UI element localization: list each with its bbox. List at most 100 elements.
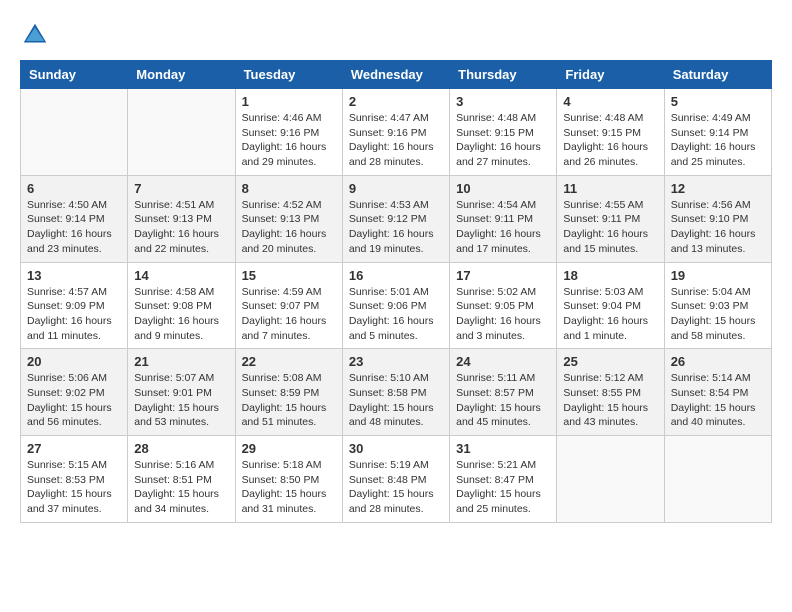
day-info: Sunrise: 5:10 AM Sunset: 8:58 PM Dayligh… — [349, 371, 443, 430]
day-info: Sunrise: 4:51 AM Sunset: 9:13 PM Dayligh… — [134, 198, 228, 257]
calendar-table: SundayMondayTuesdayWednesdayThursdayFrid… — [20, 60, 772, 523]
logo-icon — [20, 20, 50, 50]
day-info: Sunrise: 5:12 AM Sunset: 8:55 PM Dayligh… — [563, 371, 657, 430]
calendar-day-cell: 1 Sunrise: 4:46 AM Sunset: 9:16 PM Daylig… — [235, 89, 342, 176]
day-number: 13 — [27, 268, 121, 283]
day-info: Sunrise: 5:02 AM Sunset: 9:05 PM Dayligh… — [456, 285, 550, 344]
calendar-day-cell: 16 Sunrise: 5:01 AM Sunset: 9:06 PM Dayli… — [342, 262, 449, 349]
calendar-day-cell: 7 Sunrise: 4:51 AM Sunset: 9:13 PM Daylig… — [128, 175, 235, 262]
calendar-day-cell: 5 Sunrise: 4:49 AM Sunset: 9:14 PM Daylig… — [664, 89, 771, 176]
day-info: Sunrise: 5:18 AM Sunset: 8:50 PM Dayligh… — [242, 458, 336, 517]
day-number: 12 — [671, 181, 765, 196]
calendar-day-cell: 3Sunrise: 4:48 AM Sunset: 9:15 PM Daylig… — [450, 89, 557, 176]
day-number: 10 — [456, 181, 550, 196]
day-number: 15 — [242, 268, 336, 283]
day-info: Sunrise: 5:15 AM Sunset: 8:53 PM Dayligh… — [27, 458, 121, 517]
calendar-day-cell: 8Sunrise: 4:52 AM Sunset: 9:13 PM Daylig… — [235, 175, 342, 262]
day-number: 20 — [27, 354, 121, 369]
calendar-day-cell — [128, 89, 235, 176]
calendar-day-cell: 30 Sunrise: 5:19 AM Sunset: 8:48 PM Dayli… — [342, 436, 449, 523]
day-number: 27 — [27, 441, 121, 456]
calendar-day-cell — [557, 436, 664, 523]
page-header — [20, 20, 772, 50]
day-info: Sunrise: 5:07 AM Sunset: 9:01 PM Dayligh… — [134, 371, 228, 430]
day-number: 11 — [563, 181, 657, 196]
day-number: 3 — [456, 94, 550, 109]
calendar-day-cell: 24 Sunrise: 5:11 AM Sunset: 8:57 PM Dayli… — [450, 349, 557, 436]
day-number: 9 — [349, 181, 443, 196]
day-info: Sunrise: 4:49 AM Sunset: 9:14 PM Dayligh… — [671, 111, 765, 170]
calendar-week-row: 20 Sunrise: 5:06 AM Sunset: 9:02 PM Dayli… — [21, 349, 772, 436]
day-number: 5 — [671, 94, 765, 109]
day-of-week-header: Wednesday — [342, 61, 449, 89]
day-number: 30 — [349, 441, 443, 456]
day-of-week-header: Monday — [128, 61, 235, 89]
calendar-day-cell: 12 Sunrise: 4:56 AM Sunset: 9:10 PM Dayli… — [664, 175, 771, 262]
calendar-day-cell: 20 Sunrise: 5:06 AM Sunset: 9:02 PM Dayli… — [21, 349, 128, 436]
day-number: 2 — [349, 94, 443, 109]
day-info: Sunrise: 5:14 AM Sunset: 8:54 PM Dayligh… — [671, 371, 765, 430]
calendar-header-row: SundayMondayTuesdayWednesdayThursdayFrid… — [21, 61, 772, 89]
day-number: 14 — [134, 268, 228, 283]
day-info: Sunrise: 4:59 AM Sunset: 9:07 PM Dayligh… — [242, 285, 336, 344]
day-number: 18 — [563, 268, 657, 283]
day-number: 29 — [242, 441, 336, 456]
day-info: Sunrise: 5:03 AM Sunset: 9:04 PM Dayligh… — [563, 285, 657, 344]
calendar-week-row: 27 Sunrise: 5:15 AM Sunset: 8:53 PM Dayli… — [21, 436, 772, 523]
day-number: 31 — [456, 441, 550, 456]
calendar-day-cell: 11 Sunrise: 4:55 AM Sunset: 9:11 PM Dayli… — [557, 175, 664, 262]
calendar-day-cell: 13Sunrise: 4:57 AM Sunset: 9:09 PM Dayli… — [21, 262, 128, 349]
day-number: 24 — [456, 354, 550, 369]
day-of-week-header: Saturday — [664, 61, 771, 89]
calendar-day-cell: 21 Sunrise: 5:07 AM Sunset: 9:01 PM Dayli… — [128, 349, 235, 436]
day-info: Sunrise: 5:04 AM Sunset: 9:03 PM Dayligh… — [671, 285, 765, 344]
day-info: Sunrise: 4:50 AM Sunset: 9:14 PM Dayligh… — [27, 198, 121, 257]
day-of-week-header: Friday — [557, 61, 664, 89]
calendar-day-cell: 25Sunrise: 5:12 AM Sunset: 8:55 PM Dayli… — [557, 349, 664, 436]
calendar-day-cell: 9 Sunrise: 4:53 AM Sunset: 9:12 PM Daylig… — [342, 175, 449, 262]
calendar-day-cell: 31 Sunrise: 5:21 AM Sunset: 8:47 PM Dayli… — [450, 436, 557, 523]
calendar-day-cell: 26 Sunrise: 5:14 AM Sunset: 8:54 PM Dayli… — [664, 349, 771, 436]
day-info: Sunrise: 4:56 AM Sunset: 9:10 PM Dayligh… — [671, 198, 765, 257]
day-info: Sunrise: 4:53 AM Sunset: 9:12 PM Dayligh… — [349, 198, 443, 257]
day-info: Sunrise: 5:11 AM Sunset: 8:57 PM Dayligh… — [456, 371, 550, 430]
day-of-week-header: Thursday — [450, 61, 557, 89]
day-info: Sunrise: 4:54 AM Sunset: 9:11 PM Dayligh… — [456, 198, 550, 257]
day-number: 1 — [242, 94, 336, 109]
day-number: 8 — [242, 181, 336, 196]
day-info: Sunrise: 5:16 AM Sunset: 8:51 PM Dayligh… — [134, 458, 228, 517]
day-info: Sunrise: 5:21 AM Sunset: 8:47 PM Dayligh… — [456, 458, 550, 517]
calendar-day-cell: 27 Sunrise: 5:15 AM Sunset: 8:53 PM Dayli… — [21, 436, 128, 523]
day-info: Sunrise: 5:19 AM Sunset: 8:48 PM Dayligh… — [349, 458, 443, 517]
day-info: Sunrise: 4:48 AM Sunset: 9:15 PM Dayligh… — [563, 111, 657, 170]
calendar-day-cell: 6 Sunrise: 4:50 AM Sunset: 9:14 PM Daylig… — [21, 175, 128, 262]
day-info: Sunrise: 5:01 AM Sunset: 9:06 PM Dayligh… — [349, 285, 443, 344]
calendar-day-cell — [21, 89, 128, 176]
day-number: 6 — [27, 181, 121, 196]
day-number: 7 — [134, 181, 228, 196]
day-info: Sunrise: 4:47 AM Sunset: 9:16 PM Dayligh… — [349, 111, 443, 170]
calendar-day-cell: 14 Sunrise: 4:58 AM Sunset: 9:08 PM Dayli… — [128, 262, 235, 349]
day-info: Sunrise: 5:06 AM Sunset: 9:02 PM Dayligh… — [27, 371, 121, 430]
logo — [20, 20, 54, 50]
day-number: 22 — [242, 354, 336, 369]
calendar-day-cell: 15 Sunrise: 4:59 AM Sunset: 9:07 PM Dayli… — [235, 262, 342, 349]
day-info: Sunrise: 4:46 AM Sunset: 9:16 PM Dayligh… — [242, 111, 336, 170]
day-number: 21 — [134, 354, 228, 369]
day-info: Sunrise: 4:58 AM Sunset: 9:08 PM Dayligh… — [134, 285, 228, 344]
day-of-week-header: Sunday — [21, 61, 128, 89]
calendar-day-cell: 18 Sunrise: 5:03 AM Sunset: 9:04 PM Dayli… — [557, 262, 664, 349]
day-number: 4 — [563, 94, 657, 109]
calendar-day-cell: 19Sunrise: 5:04 AM Sunset: 9:03 PM Dayli… — [664, 262, 771, 349]
calendar-week-row: 6 Sunrise: 4:50 AM Sunset: 9:14 PM Daylig… — [21, 175, 772, 262]
calendar-day-cell: 29 Sunrise: 5:18 AM Sunset: 8:50 PM Dayli… — [235, 436, 342, 523]
day-number: 16 — [349, 268, 443, 283]
calendar-day-cell: 17 Sunrise: 5:02 AM Sunset: 9:05 PM Dayli… — [450, 262, 557, 349]
day-number: 26 — [671, 354, 765, 369]
day-of-week-header: Tuesday — [235, 61, 342, 89]
day-info: Sunrise: 4:55 AM Sunset: 9:11 PM Dayligh… — [563, 198, 657, 257]
calendar-week-row: 1 Sunrise: 4:46 AM Sunset: 9:16 PM Daylig… — [21, 89, 772, 176]
calendar-day-cell: 2 Sunrise: 4:47 AM Sunset: 9:16 PM Daylig… — [342, 89, 449, 176]
calendar-day-cell: 10 Sunrise: 4:54 AM Sunset: 9:11 PM Dayli… — [450, 175, 557, 262]
day-number: 17 — [456, 268, 550, 283]
